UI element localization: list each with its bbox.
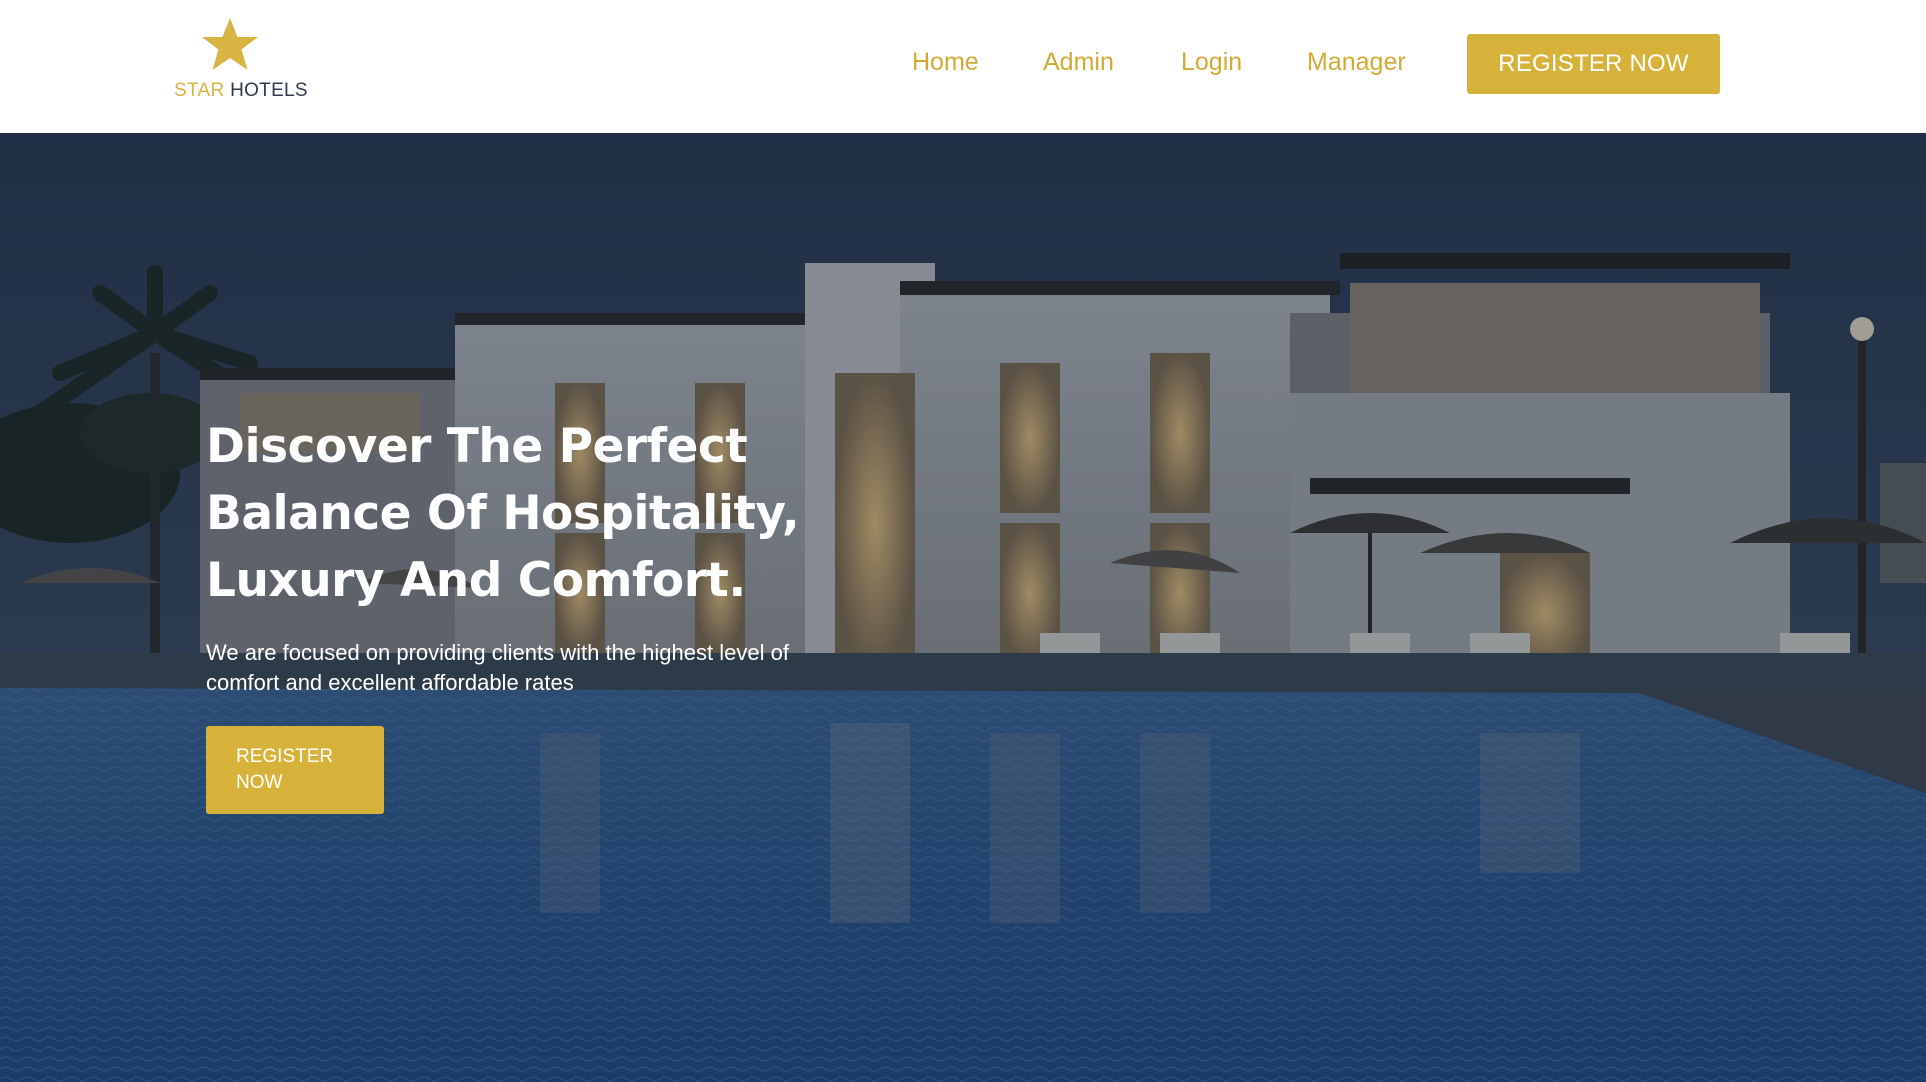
- brand-name: STAR HOTELS: [174, 80, 308, 102]
- brand-name-hotels: HOTELS: [230, 80, 308, 101]
- hero-title: Discover The Perfect Balance Of Hospital…: [206, 419, 800, 608]
- nav-home-link[interactable]: Home: [912, 48, 979, 77]
- hero-section: Discover The Perfect Balance Of Hospital…: [0, 133, 1926, 1082]
- header-register-button[interactable]: REGISTER NOW: [1467, 34, 1720, 94]
- site-header: STAR HOTELS Home Admin Login Manager REG…: [0, 0, 1926, 133]
- star-icon: [202, 18, 258, 70]
- nav-manager-link[interactable]: Manager: [1307, 48, 1406, 77]
- nav-admin-link[interactable]: Admin: [1043, 48, 1114, 77]
- nav-login-link[interactable]: Login: [1181, 48, 1242, 77]
- hero-register-button[interactable]: REGISTER NOW: [206, 726, 384, 814]
- brand-name-star: STAR: [174, 80, 225, 101]
- brand-logo[interactable]: STAR HOTELS: [172, 16, 308, 104]
- hero-subtitle: We are focused on providing clients with…: [206, 640, 789, 695]
